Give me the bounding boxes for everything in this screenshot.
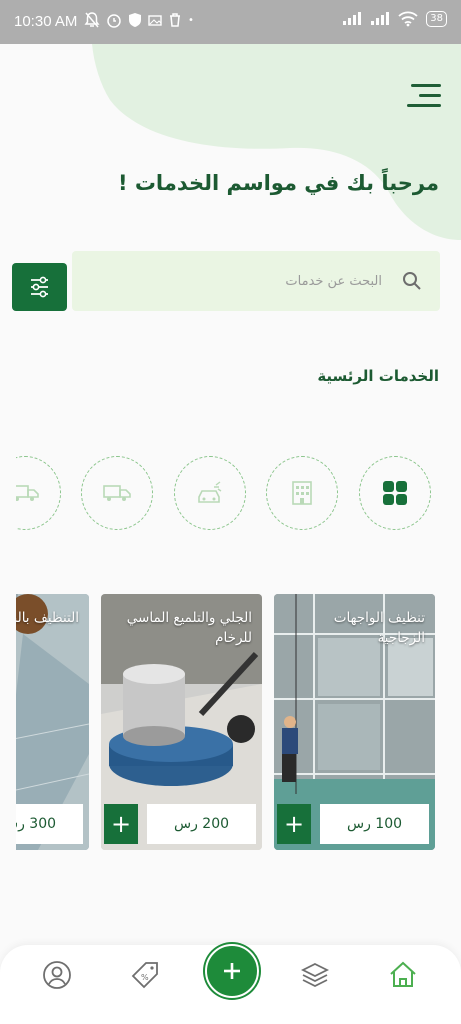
service-title: تنظيف الواجهات الزجاجية [333,610,425,646]
plus-icon: + [283,810,305,838]
svg-text:%: % [141,973,149,982]
filter-button[interactable] [12,263,67,311]
status-bar: 10:30 AM • 38 [0,0,461,44]
services-carousel: تنظيف الواجهات الزجاجية 100 رس + الجلي و… [16,594,444,852]
truck-icon [103,485,131,501]
main-services-title: الخدمات الرئسية [317,367,439,385]
profile-icon [43,961,71,989]
service-card[interactable]: التنظيف بالبخار 300 رس + [16,594,89,850]
wifi-icon [398,11,418,27]
signal-icon [343,12,362,25]
search-icon [403,272,421,290]
service-title: الجلي والتلميع الماسي للرخام [126,610,252,646]
service-price: 100 رس [320,804,429,844]
sliders-icon [31,276,48,298]
categories-row [16,448,444,538]
category-moving[interactable] [81,456,153,530]
alarm-icon [107,14,121,28]
layers-icon [300,962,330,988]
status-time: 10:30 AM [14,13,78,30]
menu-button[interactable] [405,84,441,108]
service-price: 300 رس [16,804,83,844]
category-all[interactable] [359,456,431,530]
nav-home[interactable] [383,955,423,995]
nav-profile[interactable] [37,955,77,995]
search-input[interactable] [110,267,384,295]
dot-icon: • [188,14,194,26]
category-buildings[interactable] [266,456,338,530]
battery-icon: 38 [426,11,447,27]
service-title: التنظيف بالبخار [16,610,79,626]
car-wash-icon [198,481,222,503]
mute-notifications-icon [84,12,100,28]
category-car-wash[interactable] [174,456,246,530]
gallery-icon [148,15,162,26]
trash-icon [170,13,180,27]
plus-icon: + [110,810,132,838]
signal-icon [371,12,390,25]
menu-line-icon [411,84,441,87]
service-price: 200 رس [147,804,256,844]
building-icon [292,481,312,505]
add-icon [224,963,240,979]
add-button[interactable] [205,944,259,998]
truck-icon [16,485,39,501]
status-icons-right: 38 [342,11,447,27]
nav-offers[interactable]: % [125,955,165,995]
add-service-button[interactable]: + [104,804,138,844]
welcome-title: مرحباً بك في مواسم الخدمات ! [117,171,439,195]
shield-icon [129,13,141,27]
menu-line-icon [407,104,441,107]
home-icon [390,961,416,987]
grid-icon [383,481,407,505]
nav-orders[interactable] [295,955,335,995]
header-blob-shape [92,44,461,240]
status-icons-left: • [84,11,194,29]
service-card[interactable]: تنظيف الواجهات الزجاجية 100 رس + [274,594,435,850]
offers-tag-icon: % [131,962,158,989]
search-bar [72,251,440,311]
service-card[interactable]: الجلي والتلميع الماسي للرخام 200 رس + [101,594,262,850]
menu-line-icon [419,94,441,97]
category-moving-2[interactable] [16,456,61,530]
add-service-button[interactable]: + [277,804,311,844]
